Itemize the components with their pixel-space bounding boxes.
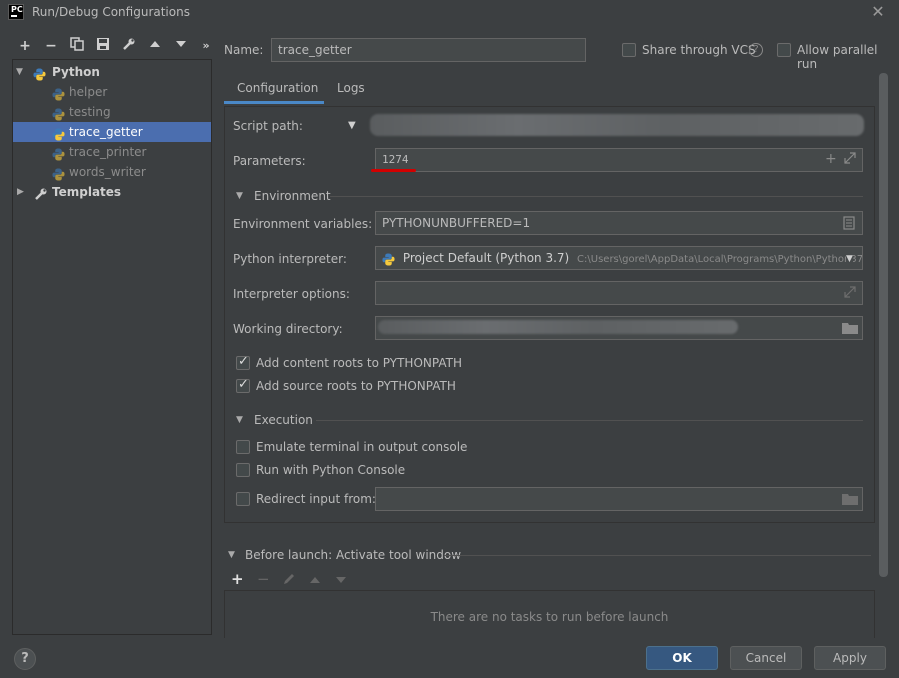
copy-configuration-icon[interactable]: [68, 37, 86, 55]
execution-separator: [316, 420, 863, 421]
tree-item-trace-getter[interactable]: trace_getter: [13, 122, 211, 142]
parameters-label: Parameters:: [233, 154, 306, 168]
tree-item-label: trace_getter: [69, 125, 143, 139]
tree-item-trace-printer[interactable]: trace_printer: [13, 142, 211, 162]
cancel-button[interactable]: Cancel: [730, 646, 802, 670]
tree-item-label: trace_printer: [69, 145, 147, 159]
working-dir-label: Working directory:: [233, 322, 343, 336]
tab-configuration[interactable]: Configuration: [237, 81, 318, 95]
script-path-dropdown-icon[interactable]: ▼: [348, 120, 356, 131]
title-bar: PC Run/Debug Configurations ✕: [0, 0, 899, 26]
expand-right-icon[interactable]: ▶: [17, 182, 24, 202]
tree-item-label: testing: [69, 105, 111, 119]
expand-icon[interactable]: [843, 285, 857, 302]
chevron-down-icon[interactable]: ▼: [846, 254, 853, 264]
add-task-button[interactable]: +: [231, 570, 244, 588]
env-vars-label: Environment variables:: [233, 217, 373, 231]
allow-parallel-checkbox[interactable]: [777, 43, 791, 57]
add-content-roots-checkbox[interactable]: [236, 354, 250, 370]
remove-configuration-button[interactable]: −: [42, 37, 60, 55]
close-icon[interactable]: ✕: [868, 2, 888, 22]
emulate-terminal-label: Emulate terminal in output console: [256, 440, 468, 454]
before-launch-collapse-icon[interactable]: ▼: [228, 550, 235, 560]
execution-title: Execution: [254, 413, 313, 427]
tree-group-templates[interactable]: ▶ Templates: [13, 182, 211, 202]
interpreter-label: Python interpreter:: [233, 252, 347, 266]
tree-item-testing[interactable]: testing: [13, 102, 211, 122]
edit-task-icon[interactable]: [282, 572, 296, 589]
execution-collapse-icon[interactable]: ▼: [236, 415, 243, 425]
help-icon[interactable]: ?: [749, 43, 763, 57]
redirect-input-field[interactable]: [375, 487, 863, 511]
move-down-icon[interactable]: [172, 37, 190, 55]
remove-task-button[interactable]: −: [257, 570, 270, 588]
add-configuration-button[interactable]: +: [16, 37, 34, 55]
allow-parallel-label: Allow parallel run: [797, 43, 878, 71]
help-button[interactable]: ?: [14, 648, 36, 670]
add-source-roots-checkbox[interactable]: [236, 377, 250, 393]
pycharm-app-icon: PC: [8, 4, 24, 20]
tree-item-label: words_writer: [69, 165, 146, 179]
script-path-label: Script path:: [233, 119, 303, 133]
name-input[interactable]: trace_getter: [271, 38, 586, 62]
red-underline-mark: [371, 169, 416, 172]
run-console-label: Run with Python Console: [256, 463, 406, 477]
tree-group-python[interactable]: ▼ Python: [13, 62, 211, 82]
environment-title: Environment: [254, 189, 331, 203]
ok-button[interactable]: OK: [646, 646, 718, 670]
interpreter-value: Project Default (Python 3.7): [402, 251, 570, 265]
before-launch-separator: [444, 555, 871, 556]
add-source-roots-label: Add source roots to PYTHONPATH: [256, 379, 456, 393]
env-vars-value: PYTHONUNBUFFERED=1: [382, 216, 531, 230]
move-down-icon[interactable]: [335, 574, 347, 588]
folder-icon[interactable]: [842, 493, 858, 508]
plus-icon[interactable]: +: [825, 151, 837, 167]
script-path-input[interactable]: [370, 114, 864, 136]
interp-options-input[interactable]: [375, 281, 863, 305]
redirect-input-checkbox[interactable]: [236, 492, 250, 506]
tree-item-words-writer[interactable]: words_writer: [13, 162, 211, 182]
tree-item-helper[interactable]: helper: [13, 82, 211, 102]
tab-logs[interactable]: Logs: [337, 81, 365, 95]
configuration-tree: ▼ Python helper testing trace_getter tra…: [12, 59, 212, 635]
add-content-roots-label: Add content roots to PYTHONPATH: [256, 356, 462, 370]
redirect-input-label: Redirect input from:: [256, 492, 376, 506]
wrench-icon: [34, 185, 48, 205]
run-console-checkbox[interactable]: [236, 463, 250, 477]
wrench-icon[interactable]: [120, 37, 138, 55]
share-vcs-label: Share through VCS: [642, 43, 756, 57]
name-label: Name:: [224, 43, 264, 57]
tree-item-label: helper: [69, 85, 108, 99]
expand-down-icon[interactable]: ▼: [16, 62, 23, 82]
move-up-icon[interactable]: [146, 37, 164, 55]
tree-python-label: Python: [52, 65, 100, 79]
apply-button[interactable]: Apply: [814, 646, 886, 670]
active-tab-indicator: [224, 101, 324, 104]
before-launch-empty-text: There are no tasks to run before launch: [430, 610, 669, 624]
tree-templates-label: Templates: [52, 185, 122, 199]
env-vars-input[interactable]: PYTHONUNBUFFERED=1: [375, 211, 863, 235]
folder-icon[interactable]: [842, 322, 858, 337]
window-title: Run/Debug Configurations: [32, 5, 190, 19]
before-launch-title: Before launch: Activate tool window: [245, 548, 462, 562]
expand-icon[interactable]: [843, 151, 857, 168]
environment-collapse-icon[interactable]: ▼: [236, 191, 243, 201]
interpreter-select[interactable]: Project Default (Python 3.7) C:\Users\go…: [375, 246, 863, 270]
parameters-value: 1274: [382, 153, 409, 166]
emulate-terminal-checkbox[interactable]: [236, 440, 250, 454]
document-icon[interactable]: [843, 216, 855, 233]
share-vcs-checkbox[interactable]: [622, 43, 636, 57]
python-icon: [382, 249, 395, 269]
interp-options-label: Interpreter options:: [233, 287, 350, 301]
move-up-icon[interactable]: [309, 574, 321, 588]
scrollbar[interactable]: [879, 73, 888, 577]
parameters-input[interactable]: 1274: [375, 148, 863, 172]
interpreter-path: C:\Users\gorel\AppData\Local\Programs\Py…: [577, 254, 863, 265]
more-actions-icon[interactable]: »: [197, 37, 215, 55]
environment-separator: [330, 196, 863, 197]
save-configuration-icon[interactable]: [94, 37, 112, 55]
working-dir-redacted: [378, 320, 738, 334]
